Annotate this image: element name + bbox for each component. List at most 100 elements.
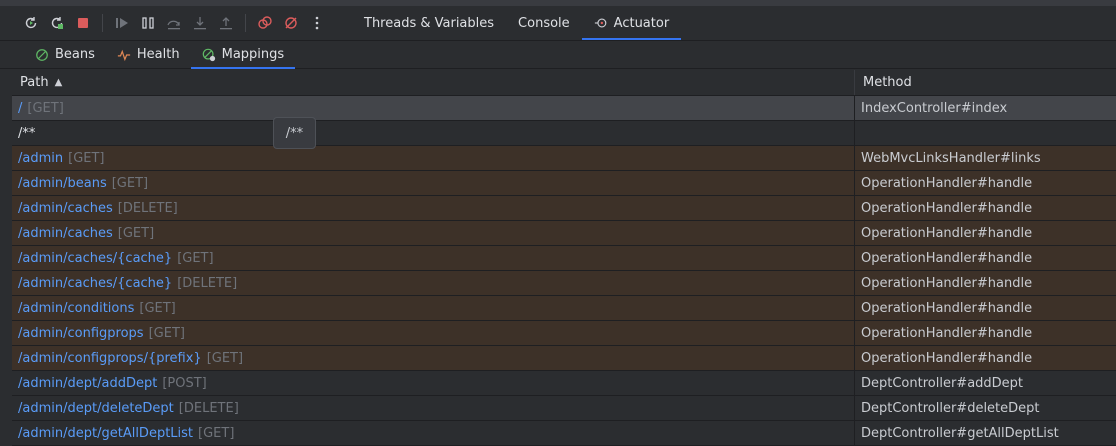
subtab-beans[interactable]: Beans	[24, 41, 106, 69]
method-cell: DeptController#deleteDept	[861, 400, 1040, 416]
column-header-method[interactable]: Method	[855, 70, 1116, 95]
http-verb: [GET]	[139, 300, 176, 316]
http-verb: [DELETE]	[178, 400, 239, 416]
table-row[interactable]: /admin/dept/getAllDeptList [GET] DeptContr…	[12, 421, 1116, 446]
actuator-subtabs: Beans Health Mappings	[0, 41, 1116, 69]
sort-ascending-icon: ▲	[54, 77, 63, 88]
tab-label: Actuator	[613, 15, 670, 31]
tooltip-text: /**	[285, 125, 304, 141]
pause-icon[interactable]	[135, 10, 161, 36]
path-url[interactable]: /admin/dept/getAllDeptList	[18, 426, 193, 441]
method-cell: OperationHandler#handle	[861, 225, 1033, 241]
debug-toolbar: Threads & Variables Console Actuator	[0, 6, 1116, 41]
restart-icon[interactable]	[44, 10, 70, 36]
path-url[interactable]: /admin/configprops/{prefix}	[18, 351, 202, 366]
path-url[interactable]: /admin/caches	[18, 226, 113, 241]
method-cell: WebMvcLinksHandler#links	[861, 150, 1041, 166]
subtab-health[interactable]: Health	[106, 41, 191, 69]
path-cell: /admin/conditions [GET]	[12, 296, 855, 320]
method-cell: OperationHandler#handle	[861, 325, 1033, 341]
tab-actuator[interactable]: Actuator	[581, 6, 682, 40]
method-cell: IndexController#index	[861, 100, 1008, 116]
table-row[interactable]: /admin/dept/addDept [POST] DeptController#…	[12, 371, 1116, 396]
column-header-label: Path	[20, 75, 49, 90]
table-row[interactable]: /admin [GET] WebMvcLinksHandler#links	[12, 146, 1116, 171]
table-row[interactable]: / [GET] IndexController#index	[12, 96, 1116, 121]
method-cell: DeptController#getAllDeptList	[861, 425, 1059, 441]
subtab-label: Beans	[55, 47, 95, 62]
path-url[interactable]: /admin/caches/{cache}	[18, 251, 172, 266]
rerun-icon[interactable]	[18, 10, 44, 36]
path-cell: /admin/dept/addDept [POST]	[12, 371, 855, 395]
path-url[interactable]: /	[18, 101, 22, 116]
more-icon[interactable]	[304, 10, 330, 36]
table-row[interactable]: /**	[12, 121, 1116, 146]
path-cell: /admin [GET]	[12, 146, 855, 170]
path-cell: /admin/caches [GET]	[12, 221, 855, 245]
resume-icon[interactable]	[109, 10, 135, 36]
table-body: / [GET] IndexController#index /** /admin [GET…	[12, 96, 1116, 446]
http-verb: [POST]	[162, 375, 207, 391]
table-row[interactable]: /admin/conditions [GET] OperationHandler#h…	[12, 296, 1116, 321]
path-cell: /admin/configprops/{prefix} [GET]	[12, 346, 855, 370]
http-verb: [GET]	[148, 325, 185, 341]
path-url[interactable]: /admin/dept/deleteDept	[18, 401, 174, 416]
http-verb: [DELETE]	[177, 275, 238, 291]
table-row[interactable]: /admin/caches/{cache} [DELETE] OperationHa…	[12, 271, 1116, 296]
path-cell: / [GET]	[12, 96, 855, 120]
step-over-icon[interactable]	[161, 10, 187, 36]
table-row[interactable]: /admin/beans [GET] OperationHandler#handle	[12, 171, 1116, 196]
method-cell	[855, 121, 1116, 145]
view-breakpoints-icon[interactable]	[252, 10, 278, 36]
tab-threads-variables[interactable]: Threads & Variables	[352, 6, 506, 40]
http-verb: [GET]	[177, 250, 214, 266]
path-cell: /admin/beans [GET]	[12, 171, 855, 195]
method-cell: OperationHandler#handle	[861, 200, 1033, 216]
path-url[interactable]: /admin/caches/{cache}	[18, 276, 172, 291]
table-row[interactable]: /admin/configprops [GET] OperationHandler#…	[12, 321, 1116, 346]
mute-breakpoints-icon[interactable]	[278, 10, 304, 36]
mappings-table: Path ▲ Method / [GET] IndexController#inde…	[12, 70, 1116, 446]
table-row[interactable]: /admin/configprops/{prefix} [GET] Operatio…	[12, 346, 1116, 371]
path-url[interactable]: /admin/caches	[18, 201, 113, 216]
path-url: /**	[18, 125, 36, 141]
table-row[interactable]: /admin/caches/{cache} [GET] OperationHandl…	[12, 246, 1116, 271]
http-verb: [DELETE]	[117, 200, 178, 216]
step-out-icon[interactable]	[213, 10, 239, 36]
method-cell: OperationHandler#handle	[861, 275, 1033, 291]
actuator-icon	[594, 16, 608, 30]
path-url[interactable]: /admin/dept/addDept	[18, 376, 157, 391]
path-url[interactable]: /admin/configprops	[18, 326, 144, 341]
debug-tabs: Threads & Variables Console Actuator	[352, 6, 681, 40]
table-row[interactable]: /admin/caches [GET] OperationHandler#handl…	[12, 221, 1116, 246]
path-cell: /admin/dept/getAllDeptList [GET]	[12, 421, 855, 445]
column-header-path[interactable]: Path ▲	[12, 70, 855, 95]
stop-icon[interactable]	[70, 10, 96, 36]
method-cell: OperationHandler#handle	[861, 300, 1033, 316]
path-cell: /**	[12, 121, 855, 145]
column-header-label: Method	[863, 75, 912, 90]
table-row[interactable]: /admin/caches [DELETE] OperationHandler#ha…	[12, 196, 1116, 221]
bean-icon	[35, 48, 49, 62]
step-into-icon[interactable]	[187, 10, 213, 36]
table-row[interactable]: /admin/dept/deleteDept [DELETE] DeptContro…	[12, 396, 1116, 421]
path-url[interactable]: /admin/conditions	[18, 301, 134, 316]
path-cell: /admin/caches [DELETE]	[12, 196, 855, 220]
tab-label: Threads & Variables	[364, 15, 495, 31]
mapping-icon	[202, 48, 216, 62]
http-verb: [GET]	[68, 150, 105, 166]
path-url[interactable]: /admin	[18, 151, 63, 166]
tab-console[interactable]: Console	[506, 6, 582, 40]
method-cell: OperationHandler#handle	[861, 175, 1033, 191]
path-tooltip: /**	[273, 117, 316, 149]
subtab-label: Mappings	[221, 47, 285, 62]
method-cell: DeptController#addDept	[861, 375, 1024, 391]
path-cell: /admin/caches/{cache} [GET]	[12, 246, 855, 270]
http-verb: [GET]	[198, 425, 235, 441]
http-verb: [GET]	[111, 175, 149, 191]
http-verb: [GET]	[117, 225, 155, 241]
subtab-mappings[interactable]: Mappings	[190, 41, 296, 69]
path-cell: /admin/configprops [GET]	[12, 321, 855, 345]
heartbeat-icon	[117, 48, 131, 62]
path-url[interactable]: /admin/beans	[18, 176, 107, 191]
